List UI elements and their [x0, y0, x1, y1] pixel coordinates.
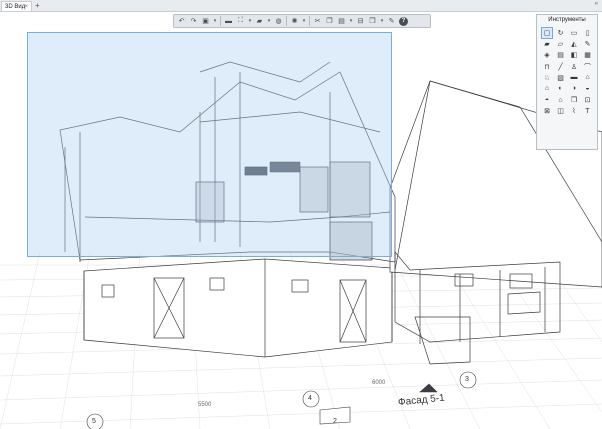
- tools-grid: ▢ ↻ ▭ ▯ ▰ ▱ ◭ ✎ ◈ ▤ ◧ ▦ ⊓ ╱ ♙ ⌒ ♘ ▧ ▬ ⌂ ⌂ ◐ ◑ ◒ ◓ ⌂ ❒ ⊡ ⊠ ◫ ⌇ T: [541, 27, 594, 118]
- railing-tool-icon[interactable]: ⊓: [542, 62, 552, 72]
- curve-tool-icon[interactable]: ⌇: [569, 106, 579, 116]
- measure-tool-icon[interactable]: ⊡: [583, 95, 593, 105]
- tab-3d-view[interactable]: 3D Вид ×: [1, 1, 32, 11]
- sun-caret[interactable]: ▾: [302, 17, 306, 26]
- grid-marker-4-label: 4: [308, 395, 312, 402]
- section-caret[interactable]: ▾: [248, 17, 252, 26]
- grid-marker-2-label: 2: [333, 418, 337, 425]
- view-caret[interactable]: ▾: [380, 17, 384, 26]
- camera-caret[interactable]: ▾: [267, 17, 271, 26]
- text-tool-icon[interactable]: T: [583, 106, 593, 116]
- mesh-tool-icon[interactable]: ▦: [583, 50, 593, 60]
- line-tool-icon[interactable]: ╱: [556, 62, 566, 72]
- copy-icon[interactable]: ❐: [325, 17, 334, 26]
- separator: [309, 16, 310, 26]
- figure-tool-icon[interactable]: ◫: [556, 106, 566, 116]
- filter-icon[interactable]: ⊟: [356, 17, 365, 26]
- cube-tool-icon[interactable]: ❒: [569, 95, 579, 105]
- help-icon[interactable]: ?: [399, 16, 408, 26]
- hatch-tool-icon[interactable]: ◓: [542, 95, 552, 105]
- house-tool-icon[interactable]: ⌂: [556, 95, 566, 105]
- separator: [220, 16, 221, 26]
- scissors-icon[interactable]: ✂: [313, 17, 322, 26]
- separator: [286, 16, 287, 26]
- folder-icon[interactable]: ▬: [224, 17, 233, 26]
- label-tool-icon[interactable]: ▬: [569, 73, 579, 83]
- paste-caret[interactable]: ▾: [349, 17, 353, 26]
- wrench-icon[interactable]: ✎: [387, 17, 396, 26]
- roof-tool-icon[interactable]: ◭: [569, 39, 579, 49]
- layers-caret[interactable]: ▾: [213, 17, 217, 26]
- selection-rectangle: [27, 32, 392, 257]
- rotate-tool-icon[interactable]: ↻: [556, 28, 566, 38]
- object-tool-icon[interactable]: ◒: [583, 84, 593, 94]
- tab-scroll-icon[interactable]: »: [595, 1, 598, 7]
- dimension-label-2: 6000: [372, 380, 386, 386]
- tab-close-icon[interactable]: ×: [24, 2, 28, 12]
- add-tab-icon[interactable]: +: [35, 1, 40, 10]
- document-tab-bar: 3D Вид × + »: [0, 0, 602, 12]
- view-cube-icon[interactable]: ❒: [368, 17, 377, 26]
- dimension-label-1: 5500: [198, 402, 212, 408]
- paste-icon[interactable]: ▤: [337, 17, 346, 26]
- pencil-tool-icon[interactable]: ✎: [583, 39, 593, 49]
- curtain-tool-icon[interactable]: ⌒: [583, 62, 593, 72]
- tools-panel-title: Инструменты: [548, 17, 586, 23]
- slab-tool-icon[interactable]: ◈: [542, 50, 552, 60]
- lamp-tool-icon[interactable]: ♙: [569, 62, 579, 72]
- section-icon[interactable]: ⛶: [236, 17, 245, 26]
- view-toolbar: ↶ ↷ ▣ ▾ ▬ ⛶ ▾ ▰ ▾ ◍ ✺ ▾ ✂ ❐ ▤ ▾ ⊟ ❒ ▾ ✎?: [173, 14, 431, 28]
- grid-marker-3-label: 3: [465, 376, 469, 383]
- undo-icon[interactable]: ↶: [177, 17, 186, 26]
- redo-icon[interactable]: ↷: [189, 17, 198, 26]
- window-tool-icon[interactable]: ▭: [569, 28, 579, 38]
- morph-tool-icon[interactable]: ◐: [556, 84, 566, 94]
- tools-panel: Инструменты ▢ ↻ ▭ ▯ ▰ ▱ ◭ ✎ ◈ ▤ ◧ ▦ ⊓ ╱ ♙ ⌒ ♘ ▧ ▬ ⌂ ⌂ ◐ ◑ ◒ ◓ ⌂ ❒ ⊡…: [536, 14, 598, 150]
- zone-tool-icon[interactable]: ⌂: [583, 73, 593, 83]
- stair-tool-icon[interactable]: ▤: [556, 50, 566, 60]
- door-tool-icon[interactable]: ◧: [569, 50, 579, 60]
- layers-icon[interactable]: ▣: [201, 17, 210, 26]
- beam-tool-icon[interactable]: ▱: [556, 39, 566, 49]
- column-tool-icon[interactable]: ▯: [583, 28, 593, 38]
- grid-tool-icon[interactable]: ▧: [556, 73, 566, 83]
- person-tool-icon[interactable]: ♘: [542, 73, 552, 83]
- camera-icon[interactable]: ▰: [255, 17, 264, 26]
- room-tool-icon[interactable]: ⌂: [542, 84, 552, 94]
- select-tool-icon[interactable]: ▢: [541, 27, 553, 39]
- grid-marker-5-label: 5: [92, 418, 96, 425]
- tab-3d-view-label: 3D Вид: [5, 4, 26, 10]
- wall-tool-icon[interactable]: ▰: [542, 39, 552, 49]
- sun-icon[interactable]: ✺: [290, 17, 299, 26]
- render-icon[interactable]: ◍: [274, 17, 283, 26]
- shell-tool-icon[interactable]: ◑: [569, 84, 579, 94]
- cut-tool-icon[interactable]: ⊠: [542, 106, 552, 116]
